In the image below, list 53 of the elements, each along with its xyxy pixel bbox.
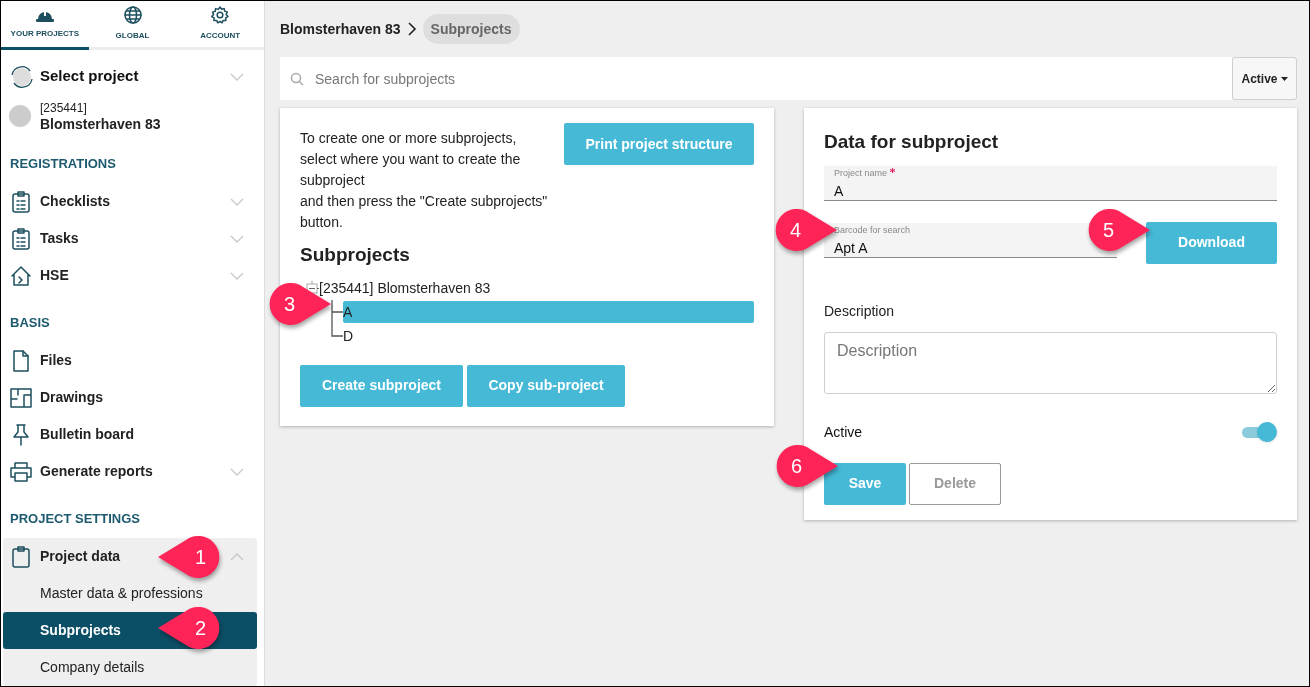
- sidebar-item[interactable]: Files: [1, 342, 264, 379]
- tree-node[interactable]: D: [343, 324, 754, 347]
- step-callout-tooltip: 2: [158, 606, 220, 650]
- refresh-globe-icon: [9, 63, 35, 90]
- globe-icon: [123, 6, 142, 24]
- clipboard-icon: [10, 227, 32, 250]
- sidebar-item[interactable]: Drawings: [1, 379, 264, 416]
- house-icon: [10, 264, 32, 287]
- sidebar-item[interactable]: Checklists: [1, 183, 264, 220]
- search-icon: [290, 71, 304, 86]
- sidebar-item[interactable]: Generate reports: [1, 453, 264, 490]
- description-field[interactable]: Description: [824, 331, 1277, 394]
- breadcrumb-link[interactable]: Blomsterhaven 83: [280, 18, 401, 40]
- project-number: [235441]: [40, 100, 88, 117]
- sidebar-item[interactable]: Tasks: [1, 220, 264, 257]
- tree-node[interactable]: [235441] Blomsterhaven 83: [319, 278, 491, 299]
- file-icon: [10, 349, 32, 372]
- pushpin-icon: [10, 423, 32, 446]
- field-label: Project name: [834, 167, 888, 178]
- caret-icon: [1280, 76, 1288, 81]
- project-name: Blomsterhaven 83: [40, 116, 161, 133]
- filter-dropdown[interactable]: Active: [1232, 57, 1297, 100]
- nav-tab[interactable]: GLOBAL: [88, 1, 177, 51]
- printer-icon: [10, 461, 32, 482]
- active-label: Active: [824, 422, 863, 442]
- project-selector[interactable]: Select project: [1, 56, 264, 98]
- nav-tab[interactable]: YOUR PROJECTS: [1, 1, 89, 51]
- nav-tab[interactable]: ACCOUNT: [176, 1, 264, 51]
- tree-node[interactable]: A: [343, 300, 754, 323]
- details-title: Data for subproject: [824, 130, 1000, 154]
- settings-icon: [211, 6, 230, 24]
- chevron-down-icon: [230, 72, 244, 81]
- step-callout-tooltip: 6: [776, 444, 838, 488]
- sidebar-item[interactable]: HSE: [1, 257, 264, 294]
- breadcrumb-current: Subprojects: [422, 14, 520, 44]
- section-heading: REGISTRATIONS: [9, 155, 117, 173]
- project-name-input[interactable]: A: [834, 181, 1267, 200]
- chevron-right-icon: [406, 22, 417, 36]
- section-heading: PROJECT SETTINGS: [9, 510, 142, 528]
- subprojects-heading: Subprojects: [300, 243, 411, 267]
- description-label: Description: [824, 301, 896, 321]
- floor-plan-icon: [10, 387, 32, 408]
- project-name-field[interactable]: Project name A: [824, 165, 1277, 201]
- step-callout-tooltip: 1: [158, 535, 220, 579]
- active-toggle[interactable]: [1241, 422, 1277, 442]
- sidebar-subitem[interactable]: Company details: [3, 649, 257, 686]
- instructions-text: To create one or more subprojects, select where you want to create the subproject and then press the "Create subprojects" button.: [300, 129, 549, 232]
- clipboard-icon: [10, 545, 32, 568]
- step-callout-tooltip: 5: [1088, 208, 1150, 252]
- clipboard-icon: [10, 190, 32, 213]
- sidebar-item[interactable]: Bulletin board: [1, 416, 264, 453]
- field-label: Barcode for search: [834, 224, 911, 235]
- section-heading: BASIS: [9, 314, 51, 332]
